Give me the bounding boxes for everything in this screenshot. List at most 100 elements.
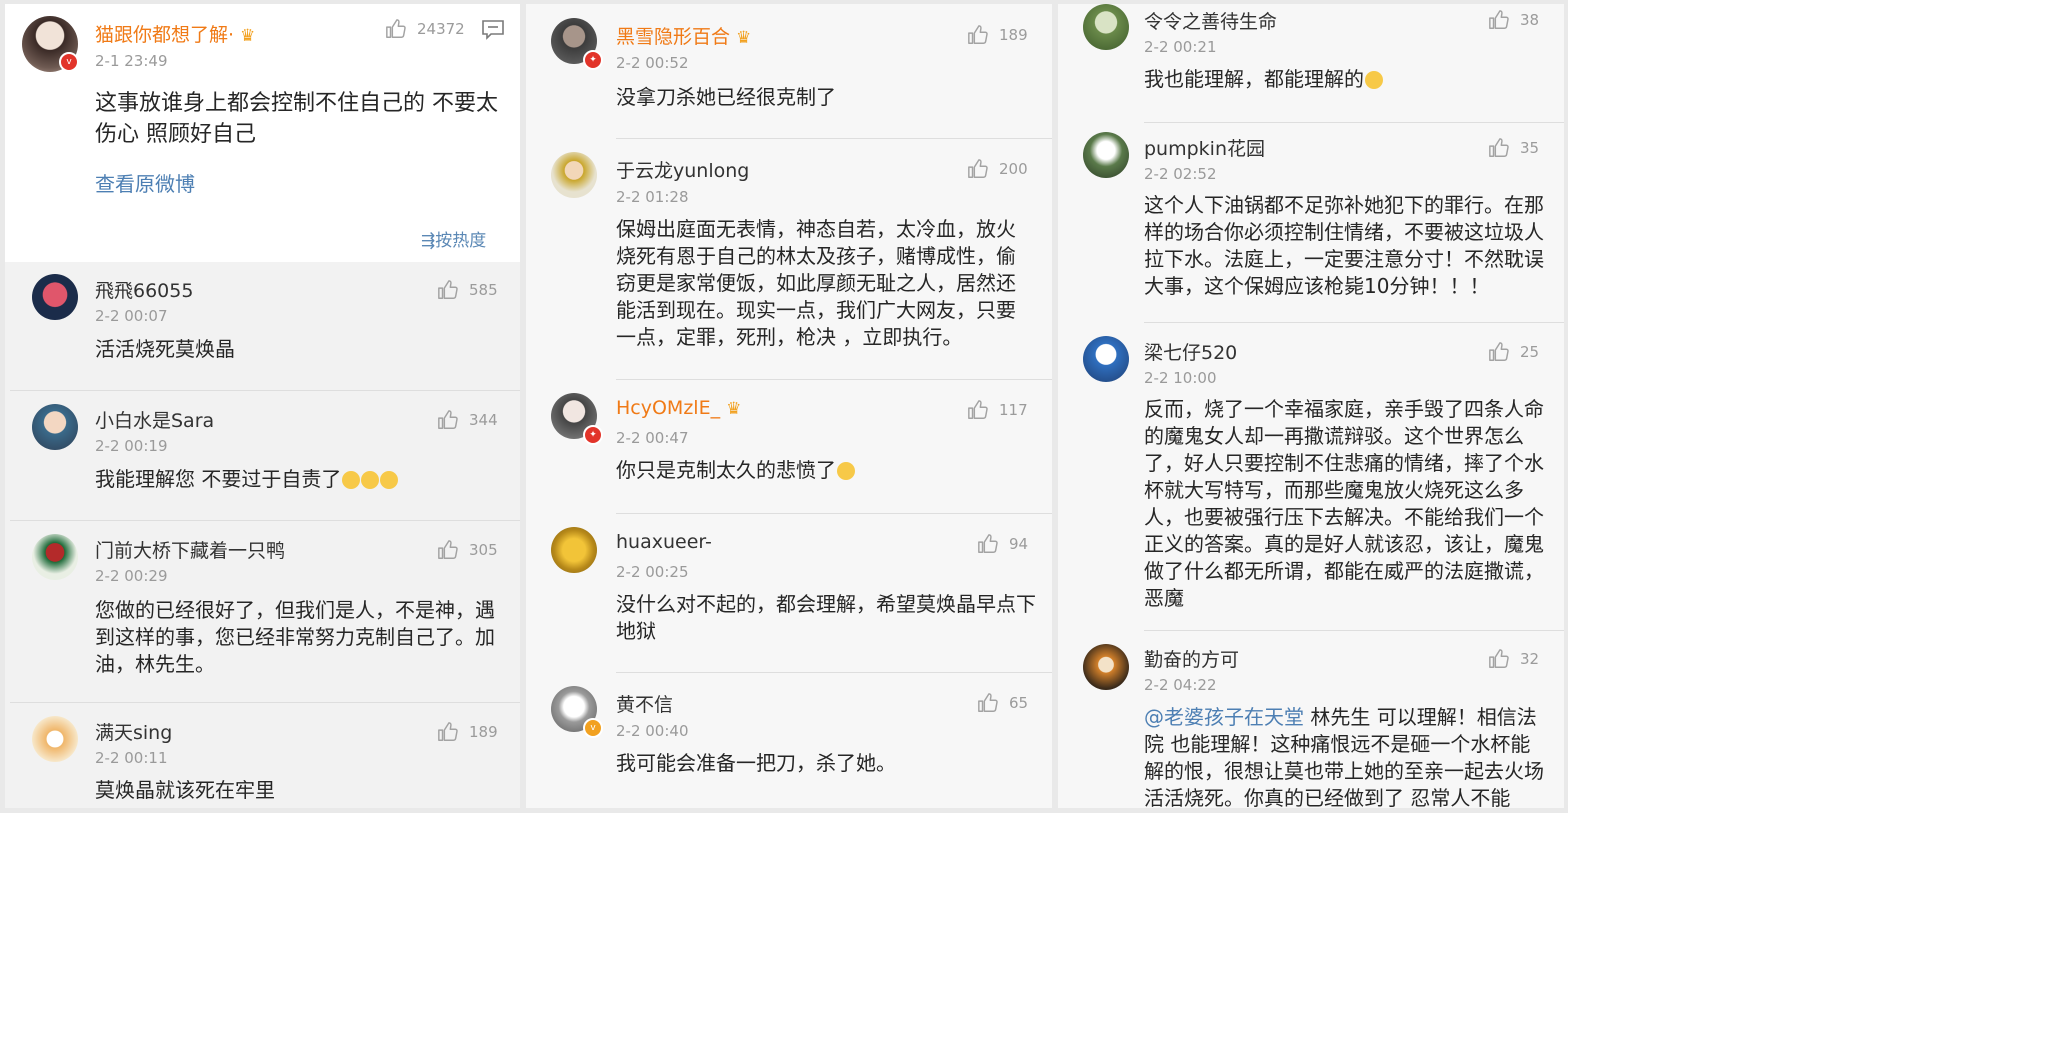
username[interactable]: HcyOMzlE_ ♛ (616, 397, 741, 419)
screenshot-collage: v 猫跟你都想了解· ♛ 2-1 23:49 24372 这事放谁身上都会控制不住… (0, 0, 1568, 813)
comment-text-body: 你只是克制太久的悲愤了 (616, 458, 836, 482)
thumb-up-icon (968, 25, 988, 44)
sad-emoji-icon (380, 471, 399, 489)
avatar[interactable] (1083, 4, 1129, 50)
like-button[interactable]: 585 (437, 279, 498, 301)
username[interactable]: huaxueer- (616, 531, 712, 553)
like-button[interactable]: 65 (977, 692, 1028, 714)
crown-icon: ♛ (240, 26, 256, 46)
avatar[interactable] (1083, 132, 1129, 178)
avatar[interactable] (1083, 336, 1129, 382)
verified-badge-icon: ✦ (583, 425, 603, 445)
username[interactable]: 小白水是Sara (95, 406, 214, 433)
like-button[interactable]: 94 (977, 533, 1028, 555)
divider (616, 672, 1052, 673)
thumb-up-icon (1489, 649, 1509, 668)
comment-text: 这个人下油锅都不足弥补她犯下的罪行。在那样的场合你必须控制住情绪，不要被这垃圾人… (1144, 193, 1544, 298)
thumb-up-icon (438, 540, 458, 559)
like-count: 305 (469, 541, 498, 559)
like-count: 344 (469, 411, 498, 429)
like-count: 25 (1520, 343, 1540, 361)
username[interactable]: 门前大桥下藏着一只鸭 (95, 536, 285, 563)
comment-text-body: 我也能理解，都能理解的 (1144, 67, 1364, 91)
comment-text: 我可能会准备一把刀，杀了她。 (616, 751, 896, 775)
avatar[interactable] (1083, 644, 1129, 690)
comment-time: 2-2 00:11 (95, 749, 168, 767)
thumb-up-icon (1489, 10, 1509, 29)
like-button[interactable]: 25 (1488, 341, 1539, 363)
username[interactable]: 于云龙yunlong (616, 156, 749, 183)
username[interactable]: 飛飛66055 (95, 276, 193, 303)
username[interactable]: 黑雪隐形百合 ♛ (616, 22, 751, 49)
username[interactable]: 黄不信 (616, 690, 673, 717)
thumb-up-icon (438, 410, 458, 429)
comment-time: 2-2 01:28 (616, 188, 689, 206)
comment-time: 2-2 02:52 (1144, 165, 1217, 183)
username[interactable]: pumpkin花园 (1144, 134, 1265, 161)
like-button[interactable]: 200 (967, 158, 1028, 180)
like-button[interactable]: 32 (1488, 648, 1539, 670)
view-original-link[interactable]: 查看原微博 (95, 168, 195, 197)
thumb-up-icon (978, 534, 998, 553)
like-count: 585 (469, 281, 498, 299)
mention-link[interactable]: @老婆孩子在天堂 (1144, 705, 1304, 729)
like-count: 189 (999, 26, 1028, 44)
like-button[interactable]: 35 (1488, 137, 1539, 159)
verified-badge-icon: v (583, 718, 603, 738)
divider (616, 513, 1052, 514)
comment-text-body: 我能理解您 不要过于自责了 (95, 467, 342, 491)
avatar[interactable] (551, 152, 597, 198)
username[interactable]: 梁七仔520 (1144, 338, 1237, 365)
comment-text: 保姆出庭面无表情，神态自若，太冷血，放火烧死有恩于自己的林太及孩子，赌博成性，偷… (616, 217, 1016, 349)
like-button[interactable]: 189 (967, 24, 1028, 46)
like-count: 117 (999, 401, 1028, 419)
thumb-up-icon (968, 400, 988, 419)
comment-icon[interactable] (482, 20, 504, 40)
comment-time: 2-2 00:07 (95, 307, 168, 325)
comment-time: 2-1 23:49 (95, 52, 168, 70)
username-text: 猫跟你都想了解· (95, 24, 235, 46)
comment-time: 2-2 00:52 (616, 54, 689, 72)
comment-time: 2-2 10:00 (1144, 369, 1217, 387)
sort-by-hot-button[interactable]: ⇶按热度 (421, 226, 486, 251)
avatar[interactable] (32, 274, 78, 320)
comment-text: 这事放谁身上都会控制不住自己的 不要太伤心 照顾好自己 (95, 91, 498, 147)
like-button[interactable]: 305 (437, 539, 498, 561)
divider (616, 138, 1052, 139)
avatar[interactable] (32, 716, 78, 762)
comment-time: 2-2 00:21 (1144, 38, 1217, 56)
like-button[interactable]: 24372 (385, 18, 465, 40)
like-button[interactable]: 117 (967, 399, 1028, 421)
comment-panel-1[interactable]: v 猫跟你都想了解· ♛ 2-1 23:49 24372 这事放谁身上都会控制不住… (5, 4, 520, 808)
sad-emoji-icon (361, 471, 380, 489)
divider (10, 390, 520, 391)
divider (1144, 322, 1564, 323)
sad-emoji-icon (342, 471, 361, 489)
like-count: 189 (469, 723, 498, 741)
avatar[interactable] (551, 527, 597, 573)
like-button[interactable]: 38 (1488, 9, 1539, 31)
divider (10, 702, 520, 703)
username[interactable]: 勤奋的方可 (1144, 645, 1239, 672)
comment-text: @老婆孩子在天堂 林先生 可以理解！相信法院 也能理解！这种痛恨远不是砸一个水杯… (1144, 704, 1544, 808)
thumb-up-icon (1489, 138, 1509, 157)
like-count: 32 (1520, 650, 1540, 668)
username[interactable]: 满天sing (95, 718, 172, 745)
comment-text: 莫焕晶就该死在牢里 (95, 778, 275, 802)
avatar[interactable] (32, 534, 78, 580)
comment-time: 2-2 00:47 (616, 429, 689, 447)
username[interactable]: 猫跟你都想了解· ♛ (95, 20, 255, 47)
comment-panel-3[interactable]: 令令之善待生命 2-2 00:21 38 我也能理解，都能理解的 pumpkin… (1058, 4, 1564, 808)
username[interactable]: 令令之善待生命 (1144, 7, 1277, 34)
like-button[interactable]: 344 (437, 409, 498, 431)
thumb-up-icon (386, 19, 406, 38)
avatar[interactable] (32, 404, 78, 450)
thumb-up-icon (438, 722, 458, 741)
thumb-up-icon (968, 159, 988, 178)
like-button[interactable]: 189 (437, 721, 498, 743)
comment-panel-2[interactable]: ✦ 黑雪隐形百合 ♛ 2-2 00:52 189 没拿刀杀她已经很克制了 于云龙y… (526, 4, 1052, 808)
verified-badge-icon: v (59, 52, 79, 72)
divider (1144, 122, 1564, 123)
crying-emoji-icon (1365, 71, 1383, 89)
thumb-up-icon (438, 280, 458, 299)
